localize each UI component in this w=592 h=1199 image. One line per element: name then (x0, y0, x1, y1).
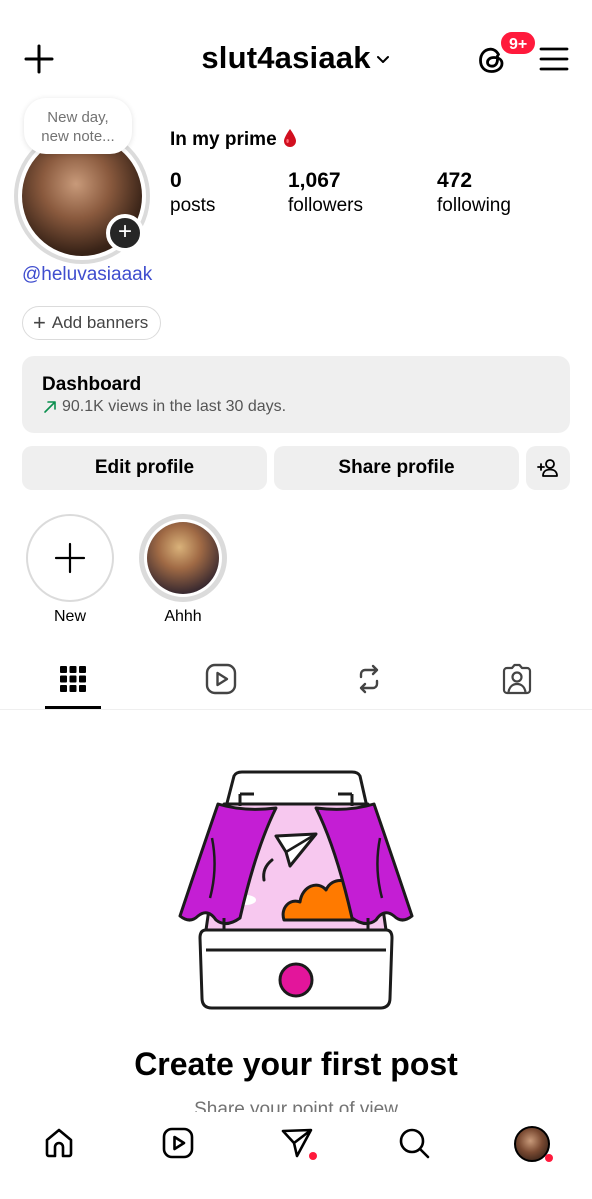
threads-handle-link[interactable]: @heluvasiaaak (22, 264, 152, 286)
dashboard-subtitle: 90.1K views in the last 30 days. (62, 398, 287, 415)
note-line-2: new note... (41, 128, 115, 145)
note-line-1: New day, (47, 109, 109, 126)
reposts-icon[interactable] (352, 662, 386, 696)
followers-count: 1,067 (288, 169, 341, 192)
add-person-icon (537, 459, 558, 477)
add-story-plus-icon[interactable]: + (106, 214, 144, 252)
share-profile-button[interactable]: Share profile (274, 446, 519, 490)
tagged-icon[interactable] (500, 662, 534, 696)
posts-count: 0 (170, 169, 182, 192)
stat-posts[interactable]: 0 posts (170, 168, 215, 218)
stat-followers[interactable]: 1,067 followers (288, 168, 363, 218)
stat-following[interactable]: 472 following (437, 168, 511, 218)
highlight-label-new: New (53, 608, 86, 625)
profile-name-text: In my prime (170, 129, 277, 150)
edit-profile-button[interactable]: Edit profile (22, 446, 267, 490)
grid-icon[interactable] (56, 662, 90, 696)
chevron-down-icon (376, 55, 389, 63)
new-highlight-button[interactable] (26, 514, 114, 602)
notification-badge: 9+ (499, 30, 538, 56)
highlight-ahhh[interactable] (139, 514, 227, 602)
dashboard-title: Dashboard (42, 374, 142, 395)
home-icon[interactable] (42, 1126, 76, 1160)
hamburger-menu-icon[interactable] (538, 44, 570, 74)
highlight-cover (147, 522, 219, 594)
plus-icon: + (33, 310, 46, 335)
posts-label: posts (170, 195, 216, 216)
discover-people-button[interactable] (526, 446, 570, 490)
tab-divider (0, 709, 592, 710)
empty-state-title: Create your first post (134, 1046, 458, 1082)
followers-label: followers (288, 195, 363, 216)
note-bubble[interactable]: New day, new note... (24, 98, 132, 154)
reels-icon[interactable] (204, 662, 238, 696)
following-label: following (437, 195, 511, 216)
blood-drop-icon (283, 129, 296, 147)
message-dot (309, 1152, 317, 1160)
highlight-label-ahhh: Ahhh (164, 608, 202, 625)
empty-state-subtitle: Share your point of view (194, 1099, 398, 1112)
dashboard-card[interactable]: Dashboard 90.1K views in the last 30 day… (22, 356, 570, 433)
profile-dot (545, 1154, 553, 1162)
plus-icon (54, 542, 86, 574)
camera-illustration (178, 770, 414, 1010)
reels-icon[interactable] (161, 1126, 195, 1160)
profile-name: In my prime (170, 128, 297, 151)
username-title: slut4asiaak (201, 40, 371, 75)
add-banners-label: Add banners (51, 313, 149, 332)
following-count: 472 (437, 169, 473, 192)
trend-up-arrow-icon (44, 401, 56, 413)
add-banners-button[interactable]: + Add banners (22, 306, 162, 340)
search-icon[interactable] (397, 1126, 431, 1160)
